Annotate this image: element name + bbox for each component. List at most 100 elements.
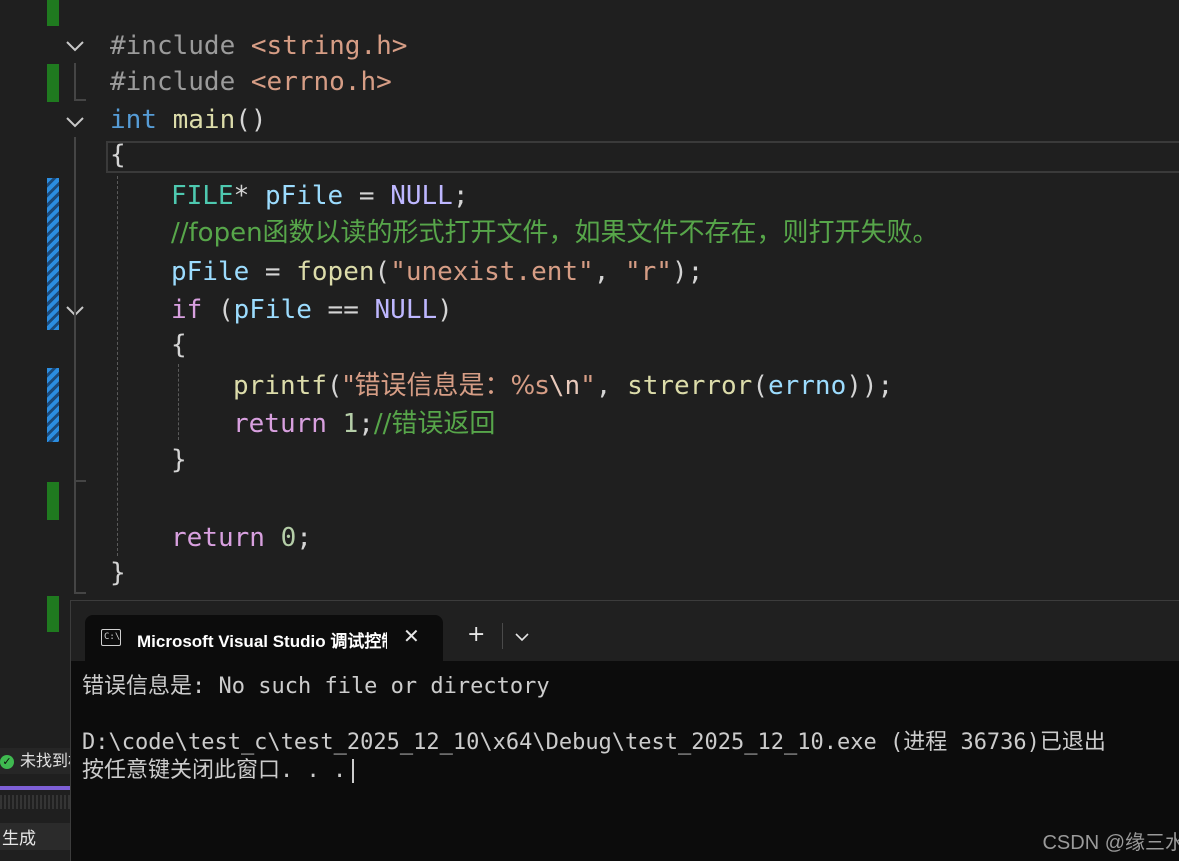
code-token: } — [110, 558, 126, 588]
code-token: ) — [437, 295, 453, 325]
tab-debug-console[interactable]: C:\ Microsoft Visual Studio 调试控制台 ✕ — [85, 615, 443, 662]
chevron-down-icon[interactable] — [515, 627, 529, 646]
change-mark-modified — [47, 368, 59, 442]
change-mark-added — [47, 596, 59, 632]
outline-guide — [74, 592, 86, 594]
fold-chevron-icon[interactable] — [64, 111, 86, 133]
status-accent-bar — [0, 786, 70, 790]
code-line[interactable]: return 0; — [171, 520, 312, 556]
code-token: #include — [110, 67, 251, 97]
code-token: //fopen函数以读的形式打开文件，如果文件不存在，则打开失败。 — [171, 218, 939, 248]
code-token: strerror — [627, 371, 753, 401]
code-token: = — [343, 181, 391, 211]
watermark: CSDN @缘三水 — [1042, 832, 1179, 854]
code-token: main — [172, 105, 236, 135]
code-line[interactable]: #include <errno.h> — [110, 64, 392, 100]
code-token: pFile — [264, 181, 344, 211]
code-line[interactable]: if (pFile == NULL) — [171, 292, 453, 328]
debug-console-window[interactable]: C:\ Microsoft Visual Studio 调试控制台 ✕ + 错误… — [70, 600, 1179, 861]
code-token: } — [171, 445, 187, 475]
code-token: )); — [846, 371, 894, 401]
outline-guide — [74, 480, 86, 482]
code-token: "unexist.ent" — [390, 257, 594, 287]
code-token: 0 — [280, 523, 297, 553]
change-mark-added — [47, 0, 59, 26]
code-line[interactable]: printf("错误信息是：%s\n", strerror(errno)); — [233, 368, 893, 404]
outline-guide — [74, 63, 76, 100]
code-token: , — [593, 257, 625, 287]
code-token: <string.h> — [250, 31, 408, 61]
code-line[interactable]: { — [110, 137, 126, 173]
code-token: ; — [358, 409, 374, 439]
code-token: pFile — [233, 295, 312, 325]
code-token: NULL — [390, 181, 453, 211]
code-token: , — [595, 371, 628, 401]
fold-chevron-icon[interactable] — [64, 35, 86, 57]
outline-guide — [74, 99, 86, 101]
indent-guide — [117, 176, 118, 556]
code-token: return — [171, 523, 281, 553]
code-line[interactable]: } — [171, 442, 187, 478]
close-icon[interactable]: ✕ — [403, 624, 420, 648]
code-token: * — [233, 181, 265, 211]
code-token: #include — [110, 31, 251, 61]
console-output-line: D:\code\test_c\test_2025_12_10\x64\Debug… — [82, 730, 1106, 755]
issues-status-text: 未找到相关问题 — [20, 751, 70, 770]
current-line-highlight — [106, 141, 1179, 173]
code-token: ( — [374, 257, 391, 287]
code-line[interactable]: return 1;//错误返回 — [233, 406, 495, 442]
console-output-line: 按任意键关闭此窗口. . . — [82, 757, 355, 785]
code-token: ( — [202, 295, 234, 325]
outline-guide — [74, 137, 76, 593]
code-token: <errno.h> — [250, 67, 392, 97]
code-token: { — [110, 140, 126, 170]
code-token: return — [233, 409, 343, 439]
splitter-grip[interactable] — [0, 795, 70, 809]
code-token: errno — [767, 371, 847, 401]
text-caret — [352, 759, 355, 783]
code-token: FILE — [171, 181, 234, 211]
code-line[interactable]: { — [171, 327, 187, 363]
code-token: { — [171, 330, 187, 360]
code-line[interactable]: //fopen函数以读的形式打开文件，如果文件不存在，则打开失败。 — [171, 215, 939, 251]
console-output-line: 错误信息是: No such file or directory — [82, 674, 550, 699]
console-prompt-text: 按任意键关闭此窗口. . . — [82, 758, 347, 783]
code-token: "r" — [625, 257, 672, 287]
code-token: = — [249, 257, 297, 287]
code-token: "错误信息是：%s — [342, 371, 549, 401]
code-token: ; — [452, 181, 469, 211]
code-token: () — [235, 105, 267, 135]
code-token: == — [311, 295, 375, 325]
issues-status[interactable]: ✓ 未找到相关问题 — [0, 748, 70, 774]
code-token: ( — [752, 371, 768, 401]
change-mark-added — [47, 482, 59, 520]
code-token: printf — [233, 371, 327, 401]
code-token: fopen — [296, 257, 375, 287]
code-token: " — [580, 371, 596, 401]
code-token: int — [110, 105, 173, 135]
new-tab-button[interactable]: + — [467, 623, 485, 647]
console-icon: C:\ — [101, 629, 121, 646]
tab-build-output[interactable]: 生成 — [0, 823, 70, 850]
indent-guide — [178, 364, 179, 440]
code-line[interactable]: } — [110, 555, 126, 591]
terminal-tab-bar: C:\ Microsoft Visual Studio 调试控制台 ✕ + — [71, 601, 1179, 662]
code-token: 1 — [342, 409, 359, 439]
code-line[interactable]: #include <string.h> — [110, 28, 407, 64]
code-token: //错误返回 — [373, 409, 496, 439]
code-token: \n — [548, 371, 581, 401]
code-token: ); — [671, 257, 704, 287]
tab-divider — [502, 623, 503, 649]
code-token: pFile — [171, 257, 250, 287]
code-token: ; — [296, 523, 312, 553]
code-line[interactable]: pFile = fopen("unexist.ent", "r"); — [171, 254, 703, 290]
code-token: ( — [326, 371, 343, 401]
code-line[interactable]: int main() — [110, 102, 267, 138]
code-token: if — [171, 295, 203, 325]
change-mark-added — [47, 64, 59, 102]
change-mark-modified — [47, 178, 59, 330]
tab-title: Microsoft Visual Studio 调试控制台 — [137, 632, 387, 651]
code-line[interactable]: FILE* pFile = NULL; — [171, 178, 468, 214]
check-icon: ✓ — [0, 754, 14, 769]
code-token: NULL — [374, 295, 438, 325]
